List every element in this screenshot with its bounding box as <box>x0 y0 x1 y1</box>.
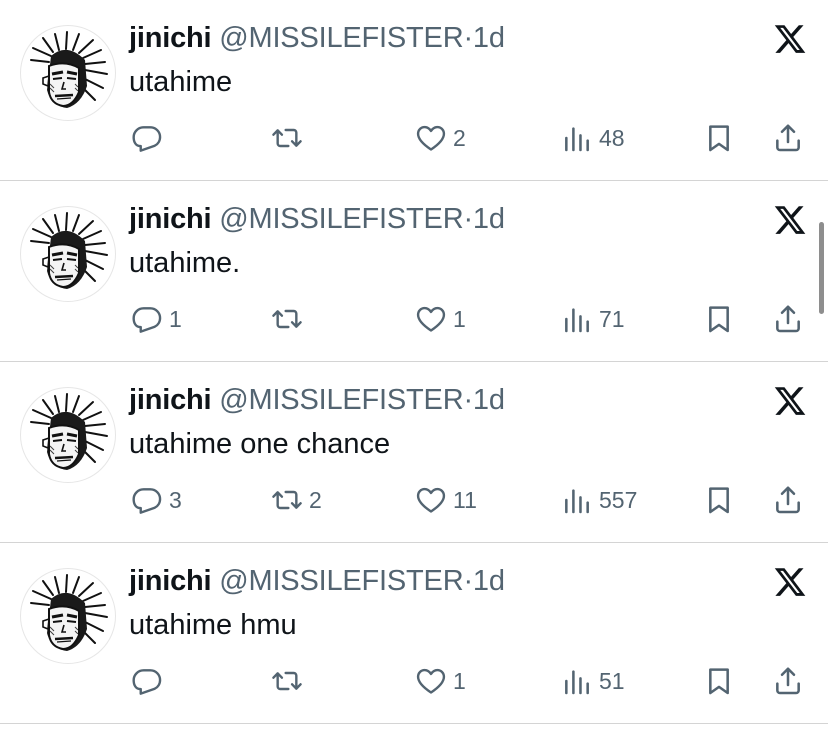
share-icon <box>772 303 804 335</box>
heart-icon <box>415 122 447 154</box>
retweet-button[interactable] <box>271 299 309 339</box>
like-count: 1 <box>453 668 466 694</box>
share-button[interactable] <box>772 299 804 339</box>
scrollbar[interactable] <box>819 222 824 314</box>
separator-dot: · <box>463 203 473 235</box>
separator-dot: · <box>463 565 473 597</box>
heart-icon <box>415 665 447 697</box>
tweet-header: jinichi @MISSILEFISTER·1d <box>129 382 505 418</box>
bookmark-button[interactable] <box>703 118 735 158</box>
like-button[interactable]: 1 <box>415 661 466 701</box>
avatar[interactable] <box>20 568 116 664</box>
bookmark-icon <box>703 122 735 154</box>
separator-dot: · <box>463 384 473 416</box>
display-name[interactable]: jinichi <box>129 384 212 416</box>
tweet[interactable]: jinichi @MISSILEFISTER·1d utahime hmu 1 <box>0 543 828 724</box>
views-button[interactable]: 71 <box>561 299 625 339</box>
bookmark-icon <box>703 484 735 516</box>
share-icon <box>772 665 804 697</box>
x-logo-icon <box>773 22 807 56</box>
reply-icon <box>131 122 163 154</box>
like-button[interactable]: 2 <box>415 118 466 158</box>
view-count: 557 <box>599 487 638 513</box>
user-handle[interactable]: @MISSILEFISTER <box>219 384 463 416</box>
heart-icon <box>415 303 447 335</box>
tweet-header: jinichi @MISSILEFISTER·1d <box>129 563 505 599</box>
timestamp[interactable]: 1d <box>473 384 505 416</box>
tweet-divider <box>0 723 828 724</box>
bookmark-button[interactable] <box>703 480 735 520</box>
timestamp[interactable]: 1d <box>473 203 505 235</box>
display-name[interactable]: jinichi <box>129 565 212 597</box>
bookmark-icon <box>703 665 735 697</box>
views-icon <box>561 303 593 335</box>
tweet[interactable]: jinichi @MISSILEFISTER·1d utahime 2 48 <box>0 0 828 181</box>
retweet-icon <box>271 122 303 154</box>
retweet-button[interactable] <box>271 661 309 701</box>
tweet[interactable]: jinichi @MISSILEFISTER·1d utahime. 1 1 7… <box>0 181 828 362</box>
tweet[interactable]: jinichi @MISSILEFISTER·1d utahime one ch… <box>0 362 828 543</box>
x-logo-icon <box>773 384 807 418</box>
like-count: 11 <box>453 487 477 513</box>
user-handle[interactable]: @MISSILEFISTER <box>219 22 463 54</box>
views-icon <box>561 122 593 154</box>
tweet-header: jinichi @MISSILEFISTER·1d <box>129 201 505 237</box>
avatar[interactable] <box>20 25 116 121</box>
x-logo-icon <box>773 565 807 599</box>
timestamp[interactable]: 1d <box>473 22 505 54</box>
tweet-header: jinichi @MISSILEFISTER·1d <box>129 20 505 56</box>
retweet-icon <box>271 303 303 335</box>
display-name[interactable]: jinichi <box>129 203 212 235</box>
reply-count: 1 <box>169 306 182 332</box>
bookmark-button[interactable] <box>703 661 735 701</box>
reply-button[interactable]: 1 <box>131 299 182 339</box>
share-button[interactable] <box>772 661 804 701</box>
heart-icon <box>415 484 447 516</box>
view-count: 71 <box>599 306 625 332</box>
share-button[interactable] <box>772 118 804 158</box>
like-button[interactable]: 11 <box>415 480 477 520</box>
avatar[interactable] <box>20 387 116 483</box>
tweet-text: utahime <box>129 66 233 98</box>
tweet-text: utahime one chance <box>129 428 391 460</box>
retweet-button[interactable]: 2 <box>271 480 322 520</box>
retweet-count: 2 <box>309 487 322 513</box>
views-icon <box>561 484 593 516</box>
views-button[interactable]: 51 <box>561 661 625 701</box>
bookmark-icon <box>703 303 735 335</box>
like-count: 2 <box>453 125 466 151</box>
view-count: 48 <box>599 125 625 151</box>
reply-icon <box>131 484 163 516</box>
views-button[interactable]: 557 <box>561 480 637 520</box>
view-count: 51 <box>599 668 625 694</box>
like-count: 1 <box>453 306 466 332</box>
reply-button[interactable] <box>131 118 169 158</box>
share-button[interactable] <box>772 480 804 520</box>
reply-button[interactable]: 3 <box>131 480 182 520</box>
reply-button[interactable] <box>131 661 169 701</box>
reply-icon <box>131 303 163 335</box>
tweet-text: utahime. <box>129 247 241 279</box>
share-icon <box>772 122 804 154</box>
views-button[interactable]: 48 <box>561 118 625 158</box>
x-logo-icon <box>773 203 807 237</box>
like-button[interactable]: 1 <box>415 299 466 339</box>
user-handle[interactable]: @MISSILEFISTER <box>219 565 463 597</box>
display-name[interactable]: jinichi <box>129 22 212 54</box>
avatar[interactable] <box>20 206 116 302</box>
bookmark-button[interactable] <box>703 299 735 339</box>
user-handle[interactable]: @MISSILEFISTER <box>219 203 463 235</box>
retweet-icon <box>271 665 303 697</box>
retweet-button[interactable] <box>271 118 309 158</box>
views-icon <box>561 665 593 697</box>
timestamp[interactable]: 1d <box>473 565 505 597</box>
reply-count: 3 <box>169 487 182 513</box>
tweet-feed: jinichi @MISSILEFISTER·1d utahime 2 48 j… <box>0 0 828 732</box>
separator-dot: · <box>463 22 473 54</box>
share-icon <box>772 484 804 516</box>
reply-icon <box>131 665 163 697</box>
tweet-text: utahime hmu <box>129 609 297 641</box>
retweet-icon <box>271 484 303 516</box>
